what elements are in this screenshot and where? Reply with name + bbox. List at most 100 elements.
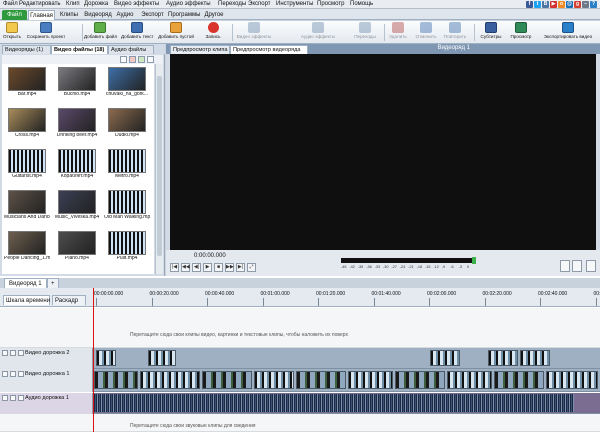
video-clip[interactable] [296, 371, 346, 389]
tab-storyboard[interactable]: Раскадр [52, 295, 86, 305]
scrollbar-thumb[interactable] [157, 76, 162, 256]
video-clip[interactable] [395, 371, 445, 389]
add-file-button[interactable]: Добавить файл [84, 22, 117, 43]
play-icon[interactable]: ▶ [203, 263, 212, 272]
media-item[interactable]: People Dancing_1.mp4 [4, 231, 50, 267]
video-clip[interactable] [447, 371, 492, 389]
tab-file[interactable]: Файл [2, 10, 27, 20]
audio-waveform[interactable] [94, 394, 574, 412]
audio-drop-zone[interactable]: Перетащите сюда свои звуковые клипы для … [0, 414, 600, 432]
split-view-icon[interactable] [572, 260, 582, 272]
preview-button[interactable]: Просмотр [507, 22, 535, 43]
tab-sequence-preview[interactable]: Предпросмотр видеоряда [230, 45, 308, 54]
speaker-icon[interactable] [2, 395, 8, 401]
tab-video-files[interactable]: Видео файлы (18) [51, 45, 108, 54]
subtitles-button[interactable]: Субтитры [477, 22, 505, 43]
open-button[interactable]: Открыть [1, 22, 23, 43]
go-end-icon[interactable]: ▶| [236, 263, 245, 272]
menu-audio-effects[interactable]: Аудио эффекты [166, 1, 211, 7]
record-button[interactable]: Запись [198, 22, 228, 43]
transitions-button[interactable]: Переходы [351, 22, 379, 43]
twitter-icon[interactable]: t [534, 1, 541, 8]
tab-export[interactable]: Экспорт [140, 10, 165, 20]
video-clip[interactable] [546, 371, 598, 389]
tab-clip-preview[interactable]: Предпросмотр клипа [170, 45, 230, 54]
tab-sequence-1[interactable]: Видеоряд 1 [4, 278, 47, 288]
tab-timeline[interactable]: Шкала времени [3, 295, 50, 305]
overlay-drop-zone[interactable]: Перетащите сюда свои клипы видео, картин… [0, 308, 600, 348]
video-clip[interactable] [148, 350, 176, 366]
media-item[interactable]: Piano.mp4 [54, 231, 100, 267]
media-item[interactable]: Musicians And Dancers On T... [4, 190, 50, 226]
media-item[interactable]: Dudki.mp4 [104, 108, 150, 144]
lock-icon[interactable] [10, 371, 16, 377]
view-mode-icon[interactable] [147, 56, 154, 63]
time-ruler[interactable]: Шкала времени Раскадр 00:00:00.000 00:00:… [0, 288, 600, 307]
facebook-icon[interactable]: f [526, 1, 533, 8]
video-clip[interactable] [94, 371, 138, 389]
video-clip[interactable] [488, 350, 518, 366]
media-item[interactable]: chuvaki_na_gork... [104, 67, 150, 103]
media-item[interactable]: Buchlo.mp4 [54, 67, 100, 103]
fullscreen-icon[interactable]: ⤢ [247, 263, 256, 272]
menu-tools[interactable]: Инструменты [276, 1, 313, 7]
tab-sequence[interactable]: Видеоряд [84, 10, 112, 20]
menu-export[interactable]: Экспорт [248, 1, 271, 7]
undo-button[interactable]: Отменить [413, 22, 439, 43]
media-item[interactable]: Кораблет.mp4 [54, 149, 100, 185]
video-clip[interactable] [430, 350, 460, 366]
add-sequence-button[interactable]: + [47, 278, 59, 288]
video-clip[interactable] [254, 371, 294, 389]
sound-icon[interactable] [18, 371, 24, 377]
media-scrollbar[interactable] [155, 64, 163, 274]
video-clip[interactable] [348, 371, 393, 389]
vk-icon[interactable]: B [542, 1, 549, 8]
media-item[interactable]: Music_Viveska.mp4 [54, 190, 100, 226]
video-track-1[interactable]: Видео дорожка 1 [0, 369, 600, 392]
add-text-button[interactable]: Добавить текст [121, 22, 154, 43]
minimize-icon[interactable]: – [582, 1, 589, 8]
lock-icon[interactable] [10, 350, 16, 356]
eye-icon[interactable] [2, 371, 8, 377]
video-clip[interactable] [140, 371, 200, 389]
menu-edit[interactable]: Редактировать [19, 1, 60, 7]
lock-icon[interactable] [10, 395, 16, 401]
mute-icon[interactable] [18, 395, 24, 401]
go-start-icon[interactable]: |◀ [170, 263, 179, 272]
media-item[interactable]: Drinking beer.mp4 [54, 108, 100, 144]
stop-icon[interactable]: ■ [214, 263, 223, 272]
media-item[interactable]: Old Man Walking.mp4 [104, 190, 150, 226]
aspect-icon[interactable] [560, 260, 570, 272]
redo-button[interactable]: Повторить [441, 22, 469, 43]
video-clip[interactable] [202, 371, 252, 389]
video-clip[interactable] [96, 350, 116, 366]
prev-frame-icon[interactable]: ◀◀ [181, 263, 190, 272]
eye-icon[interactable] [2, 350, 8, 356]
video-effects-button[interactable]: Видео эффекты [235, 22, 273, 43]
save-project-button[interactable]: Сохранить проект [26, 22, 66, 43]
filter-icon[interactable] [138, 56, 145, 63]
menu-file[interactable]: Файл [3, 1, 18, 7]
tab-audio[interactable]: Аудио [115, 10, 135, 20]
help-icon[interactable]: ? [590, 1, 597, 8]
media-item[interactable]: Pulit.mp4 [104, 231, 150, 267]
menu-view[interactable]: Просмотр [317, 1, 344, 7]
tab-home[interactable]: Главная [28, 10, 55, 20]
audio-effects-button[interactable]: Аудио эффекты [298, 22, 338, 43]
audio-track-1[interactable]: Аудио дорожка 1 [0, 393, 600, 414]
export-video-button[interactable]: Экспортировать видео [537, 22, 599, 43]
media-item[interactable]: Bar.mp4 [4, 67, 50, 103]
mail-icon[interactable]: @ [566, 1, 573, 8]
video-track-2[interactable]: Видео дорожка 2 [0, 348, 600, 369]
googleplus-icon[interactable]: g [574, 1, 581, 8]
menu-help[interactable]: Помощь [350, 1, 373, 7]
media-item[interactable]: Cross.mp4 [4, 108, 50, 144]
youtube-icon[interactable]: ▶ [550, 1, 557, 8]
tab-other[interactable]: Другое [203, 10, 225, 20]
odnoklassniki-icon[interactable]: o [558, 1, 565, 8]
delete-button[interactable]: Удалить [386, 22, 410, 43]
menu-transitions[interactable]: Переходы [218, 1, 246, 7]
menu-video-effects[interactable]: Видео эффекты [114, 1, 159, 7]
tab-programs[interactable]: Программы [168, 10, 200, 20]
menu-clip[interactable]: Клип [66, 1, 80, 7]
